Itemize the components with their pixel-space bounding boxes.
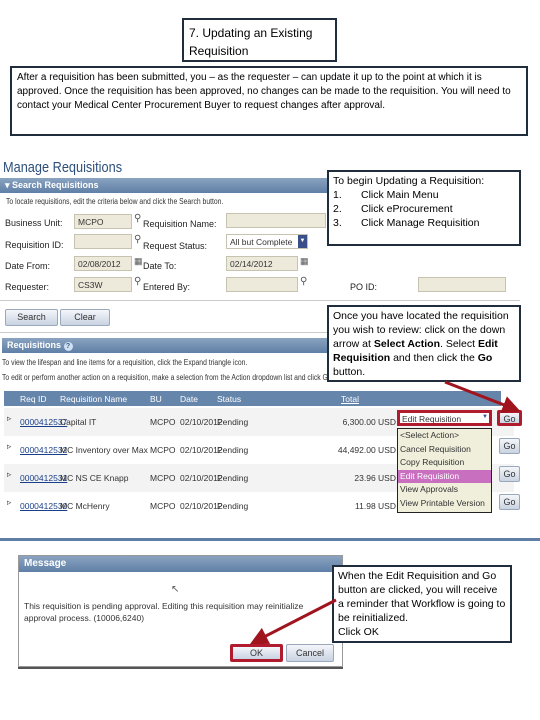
arrow-to-ok-button <box>249 598 337 645</box>
annotation-arrows <box>249 380 521 645</box>
arrow-to-go-button <box>444 380 521 414</box>
